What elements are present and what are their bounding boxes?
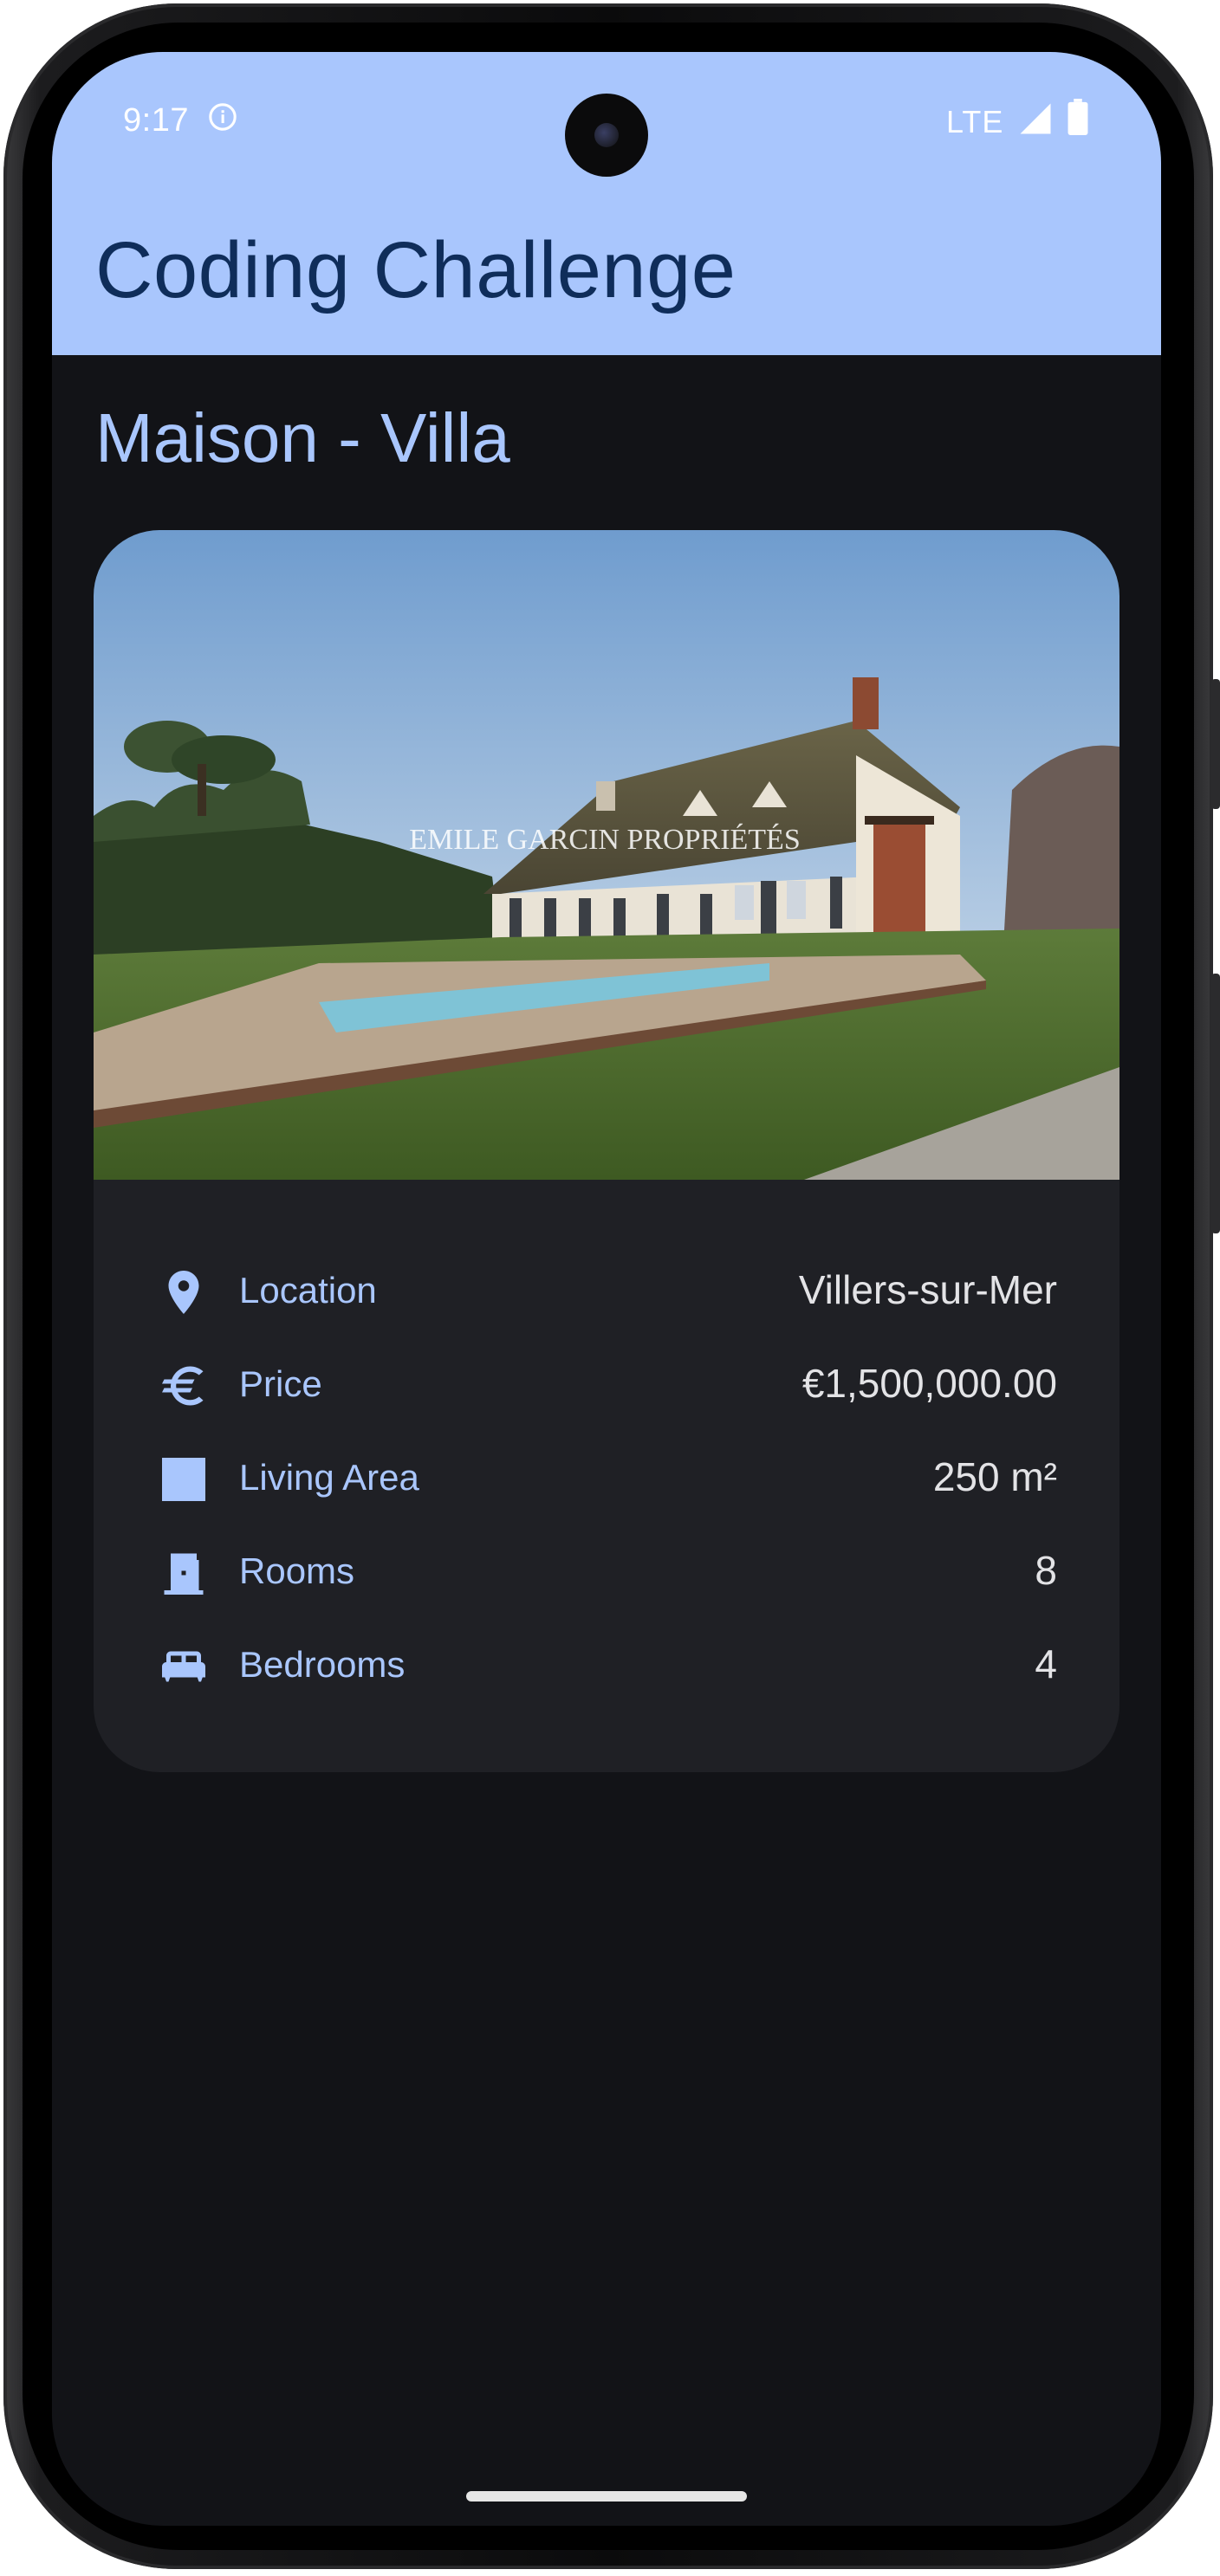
details-list: Location Villers-sur-Mer Price €1,500,00… [94, 1249, 1119, 1717]
photo-watermark: EMILE GARCIN PROPRIÉTÉS [409, 824, 800, 856]
phone-screen: 9:17 LTE Coding Challenge Maison - Villa [52, 52, 1161, 2526]
detail-row-location: Location Villers-sur-Mer [94, 1249, 1119, 1343]
info-icon [209, 103, 237, 131]
euro-icon [162, 1366, 204, 1406]
detail-label: Rooms [239, 1550, 355, 1591]
detail-value: 4 [1035, 1641, 1057, 1686]
detail-value: Villers-sur-Mer [798, 1267, 1057, 1312]
detail-label: Price [239, 1363, 322, 1404]
app-title: Coding Challenge [95, 226, 737, 314]
battery-icon [1068, 99, 1088, 135]
front-camera [565, 94, 648, 177]
detail-value: 8 [1035, 1548, 1057, 1593]
detail-label: Living Area [239, 1457, 419, 1498]
detail-value: 250 m² [932, 1454, 1057, 1499]
power-button [1211, 974, 1220, 1233]
location-pin-icon [168, 1271, 199, 1314]
detail-row-price: Price €1,500,000.00 [94, 1343, 1119, 1436]
status-time: 9:17 [123, 102, 189, 139]
listing-title: Maison - Villa [95, 399, 510, 476]
detail-row-rooms: Rooms 8 [94, 1530, 1119, 1623]
detail-value: €1,500,000.00 [801, 1361, 1057, 1406]
network-type: LTE [946, 104, 1004, 139]
property-photo: EMILE GARCIN PROPRIÉTÉS [94, 530, 1119, 1180]
top-app-bar: 9:17 LTE Coding Challenge [52, 52, 1161, 355]
square-icon [162, 1458, 205, 1501]
signal-icon [1020, 103, 1051, 134]
home-indicator[interactable] [466, 2491, 747, 2502]
detail-row-bedrooms: Bedrooms 4 [94, 1623, 1119, 1717]
bed-icon [162, 1651, 205, 1682]
listing-card[interactable]: EMILE GARCIN PROPRIÉTÉS Location Villers… [94, 530, 1119, 1772]
door-icon [164, 1553, 204, 1595]
volume-button [1211, 679, 1220, 809]
detail-row-living-area: Living Area 250 m² [94, 1436, 1119, 1530]
detail-label: Location [239, 1270, 377, 1311]
detail-label: Bedrooms [239, 1644, 406, 1685]
